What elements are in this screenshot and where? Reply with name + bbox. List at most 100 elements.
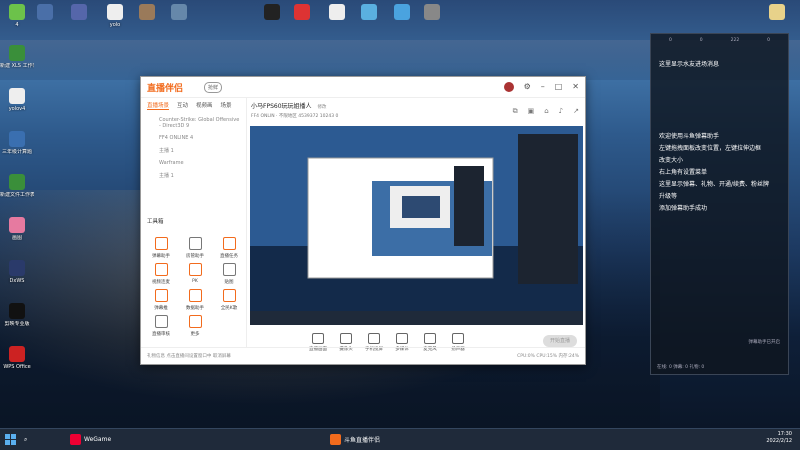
tab-1[interactable]: 互动 (177, 101, 188, 110)
tool-icon (154, 289, 168, 302)
tool-item[interactable]: 数据助手 (179, 289, 211, 311)
join-message: 这里显示水友进场消息 (659, 61, 720, 68)
windows-icon (5, 434, 16, 445)
desktop-icon[interactable] (130, 4, 164, 22)
desktop-icon[interactable] (385, 4, 419, 22)
share-out-icon[interactable]: ↗ (573, 107, 579, 116)
right-panel: 小马FPS60玩玩姐播人 修改 FF4 ONLIN · 不限地区 4539372… (247, 97, 585, 352)
edit-title-button[interactable]: 修改 (317, 105, 326, 110)
left-tabs: 直播场景 互动 视频画 场景 (141, 97, 246, 114)
tool-icon (222, 237, 236, 250)
tool-item[interactable]: 房管助手 (179, 237, 211, 259)
app-icon (9, 4, 25, 20)
status-text: 礼物信息 点击直播间设置窗口中 取消屏幕 (147, 354, 231, 359)
start-button[interactable] (5, 432, 16, 447)
desktop-icon[interactable] (255, 4, 289, 22)
tool-item[interactable]: 全民K歌 (213, 289, 245, 311)
app-icon (9, 217, 25, 233)
scene-item[interactable]: Counter-Strike: Global Offensive - Direc… (141, 114, 246, 132)
desktop-icon[interactable] (285, 4, 319, 22)
desktop-icon[interactable]: yolo (98, 4, 132, 28)
scene-item[interactable]: Warframe (141, 157, 246, 169)
chat-stat: 222 (730, 38, 740, 43)
tab-0[interactable]: 直播场景 (147, 101, 170, 110)
tool-icon (222, 263, 236, 276)
app-icon (139, 4, 155, 20)
desktop-icon[interactable] (28, 4, 62, 22)
desktop-icon[interactable] (415, 4, 449, 22)
chat-stat: 0 (699, 38, 703, 43)
tab-2[interactable]: 视频画 (196, 101, 213, 110)
tool-item[interactable]: 弹幕推 (145, 289, 177, 311)
share-icon[interactable]: ⧉ (513, 107, 518, 116)
scene-item[interactable]: 主播 1 (141, 169, 246, 182)
tool-item[interactable]: 贴图 (213, 263, 245, 285)
chat-footer-message: 弹幕助手已开启 (748, 340, 781, 345)
window-titlebar: 直播伴侣 抢鲜 ⚙ – □ ✕ (141, 77, 585, 98)
app-icon (9, 346, 25, 362)
chat-message: 改变大小 (659, 157, 684, 164)
chat-message: 左键拖拽面板改变位置，左键拉伸边框 (659, 145, 762, 152)
close-icon[interactable]: ✕ (572, 82, 579, 92)
room-meta: FF4 ONLIN · 不限地区 4539372 10243 0 (251, 114, 339, 119)
app-icon (9, 45, 25, 61)
tool-item[interactable]: 更多 (179, 315, 211, 337)
desktop-icon[interactable] (62, 4, 96, 22)
app-icon (424, 4, 440, 20)
avatar-icon[interactable] (503, 82, 514, 92)
desktop-icon[interactable]: yolov4 (0, 88, 34, 112)
settings-icon[interactable]: ⚙ (524, 82, 531, 92)
desktop-icon[interactable]: WPS Office (0, 346, 34, 370)
bell-icon[interactable]: ♪ (559, 107, 563, 116)
beta-badge[interactable]: 抢鲜 (204, 82, 223, 93)
desktop-icon[interactable] (162, 4, 196, 22)
scene-item[interactable]: 主播 1 (141, 144, 246, 157)
live-companion-icon (330, 434, 341, 445)
tool-icon (188, 237, 202, 250)
tab-3[interactable]: 场景 (221, 101, 232, 110)
scene-item[interactable]: FF4 ONLINE 4 (141, 132, 246, 144)
app-icon (769, 4, 785, 20)
app-icon (9, 303, 25, 319)
desktop-icon[interactable]: 新建 XLS 工作表 (0, 45, 34, 69)
live-companion-window: 直播伴侣 抢鲜 ⚙ – □ ✕ 直播场景 互动 视频画 场景 Counter-Stri… (140, 76, 586, 365)
chat-stats-row: 0 0 222 0 (651, 34, 788, 47)
desktop-icon[interactable] (352, 4, 386, 22)
chat-stat: 0 (767, 38, 770, 43)
app-icon (394, 4, 410, 20)
chat-message: 升级等 (659, 193, 678, 200)
control-icon (340, 333, 352, 344)
desktop-icon[interactable] (760, 4, 794, 22)
desktop-icon[interactable]: 三年级计算题 (0, 131, 34, 155)
tool-item[interactable]: 视频连麦 (145, 263, 177, 285)
app-icon (9, 131, 25, 147)
clock[interactable]: 17:30 2022/2/12 (766, 431, 792, 445)
app-icon (361, 4, 377, 20)
chat-messages: 欢迎使用斗鱼弹幕助手 左键拖拽面板改变位置，左键拉伸边框 改变大小 右上角有设置菜单这… (651, 131, 788, 215)
desktop-icon[interactable]: 剪映专业版 (0, 303, 34, 327)
danmaku-helper-overlay[interactable]: 0 0 222 0 这里显示水友进场消息 欢迎使用斗鱼弹幕助手 左键拖拽面板改变位置，左… (650, 33, 789, 375)
start-live-button[interactable]: 开始直播 (543, 335, 577, 347)
minimize-icon[interactable]: – (541, 82, 545, 92)
tool-item[interactable]: 直播任务 (213, 237, 245, 259)
tool-item[interactable]: PK (179, 263, 211, 284)
maximize-icon[interactable]: □ (555, 82, 563, 92)
lock-icon[interactable]: ⌂ (544, 107, 548, 116)
taskbar-wegame[interactable]: WeGame (70, 432, 111, 447)
desktop-icon[interactable] (320, 4, 354, 22)
tool-icon (188, 263, 202, 276)
status-metrics: CPU:0% CPU:15% 内存:24% (517, 354, 579, 359)
gift-icon[interactable]: ▣ (528, 107, 535, 116)
tool-icon (154, 315, 168, 328)
tool-icon (188, 315, 202, 328)
stream-preview[interactable] (250, 126, 583, 325)
desktop-icon[interactable]: 新建文件工作表 (0, 174, 34, 198)
tool-item[interactable]: 弹幕助手 (145, 237, 177, 259)
tool-item[interactable]: 直播审核 (145, 315, 177, 337)
taskbar-live-companion[interactable]: 斗鱼直播伴侣 (330, 432, 380, 447)
search-icon[interactable]: ⌕ (24, 432, 27, 447)
desktop-icon[interactable]: 画图 (0, 217, 34, 241)
tool-icon (154, 237, 168, 250)
app-icon (294, 4, 310, 20)
desktop-icon[interactable]: DxWS (0, 260, 34, 284)
